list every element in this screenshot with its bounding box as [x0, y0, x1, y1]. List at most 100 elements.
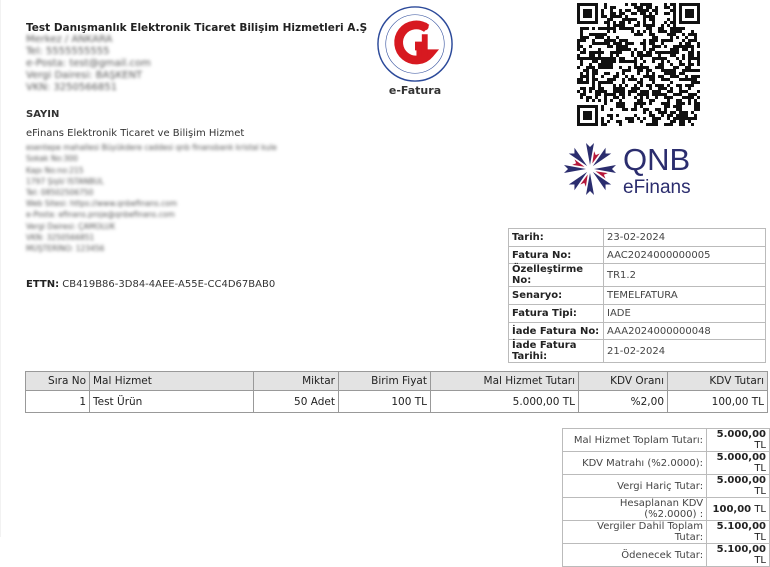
qnb-sub-text: eFinans [623, 177, 691, 198]
efatura-label: e-Fatura [388, 84, 442, 97]
buyer-line: Vergi Dairesi: ÇAMOLUK [26, 221, 116, 231]
total-label: Hesaplanan KDV (%2.0000) : [561, 497, 708, 521]
info-value: AAC2024000000005 [603, 245, 766, 265]
invoice-info-table: Tarih: 23-02-2024 Fatura No: AAC2024000000… [508, 228, 766, 364]
ettn-line: ETTN: CB419B86-3D84-4AEE-A55E-CC4D67BAB0 [26, 279, 275, 290]
info-key: Fatura No: [508, 245, 604, 265]
total-row: Ödenecek Tutar: 5.100,00 TL [561, 543, 770, 567]
total-label: Ödenecek Tutar: [561, 543, 708, 567]
col-header-kdv-orani: KDV Oranı [578, 371, 668, 391]
seller-line: Tel: 5555555555 [26, 46, 110, 57]
info-row: Özelleştirme No: TR1.2 [508, 263, 766, 288]
buyer-line: Sokak No:300 [26, 154, 78, 164]
qnb-efinans-logo: QNB eFinans [564, 142, 691, 198]
gib-logo [377, 6, 453, 82]
col-header-mal-hizmet: Mal Hizmet [89, 371, 254, 391]
buyer-line: 1797 Şişli/ İSTANBUL [26, 176, 104, 186]
total-value: 5.100,00 [716, 521, 766, 532]
info-row: Fatura No: AAC2024000000005 [508, 245, 766, 265]
total-value: 5.000,00 [716, 429, 766, 440]
info-value: IADE [603, 304, 766, 323]
info-value: TR1.2 [603, 263, 766, 288]
total-value: 5.000,00 [716, 475, 766, 486]
info-key: İade Fatura Tarihi: [508, 339, 604, 364]
cell-birim-fiyat: 100 TL [338, 390, 431, 413]
info-row: İade Fatura No: AAA2024000000048 [508, 321, 766, 341]
total-unit: TL [754, 503, 766, 515]
col-header-sira: Sıra No [25, 371, 90, 391]
seller-name: Test Danışmanlık Elektronik Ticaret Bili… [26, 22, 368, 34]
info-row: Senaryo: TEMELFATURA [508, 286, 766, 306]
buyer-line: Tel: 08502506750 [26, 188, 94, 198]
total-label: Vergiler Dahil Toplam Tutar: [561, 520, 708, 544]
buyer-line: Kapı No:no:215 [26, 165, 84, 175]
qr-code [577, 3, 700, 126]
total-label: KDV Matrahı (%2.0000): [561, 451, 708, 475]
info-key: Özelleştirme No: [508, 263, 604, 288]
info-value: 23-02-2024 [603, 228, 766, 247]
info-row: İade Fatura Tarihi: 21-02-2024 [508, 339, 766, 364]
seller-line: Merkez / ANKARA [26, 34, 113, 45]
info-row: Tarih: 23-02-2024 [508, 228, 766, 247]
total-unit: TL [754, 463, 766, 474]
total-unit: TL [754, 555, 766, 566]
total-unit: TL [754, 532, 766, 543]
buyer-line: e-Posta: efinans.proje@qnbefinans.com [26, 210, 175, 220]
total-cell: 5.100,00 TL [706, 520, 770, 544]
total-label: Vergi Hariç Tutar: [561, 474, 708, 498]
seller-block: Test Danışmanlık Elektronik Ticaret Bili… [26, 22, 367, 94]
info-value: AAA2024000000048 [603, 321, 766, 341]
info-key: Tarih: [508, 228, 604, 247]
buyer-name: eFinans Elektronik Ticaret ve Bilişim Hi… [26, 128, 245, 139]
ettn-value: CB419B86-3D84-4AEE-A55E-CC4D67BAB0 [62, 279, 276, 290]
buyer-line: Web Sitesi: https://www.qnbefinans.com [26, 199, 178, 209]
cell-kdv-tutari: 100,00 TL [667, 390, 768, 413]
buyer-line: MÜŞTERİNO: 123456 [26, 244, 105, 254]
total-cell: 5.000,00 TL [706, 451, 770, 475]
total-row: Mal Hizmet Toplam Tutarı: 5.000,00 TL [561, 428, 770, 452]
total-row: Vergiler Dahil Toplam Tutar: 5.100,00 TL [561, 520, 770, 544]
buyer-line: esentepe mahallesi Büyükdere caddesi qnb… [26, 143, 277, 153]
info-value: 21-02-2024 [603, 339, 766, 364]
cell-mal-hizmet: Test Ürün [89, 390, 254, 413]
total-value: 100,00 [712, 503, 752, 515]
ettn-label: ETTN: [26, 279, 60, 290]
info-key: İade Fatura No: [508, 321, 604, 341]
total-row: Hesaplanan KDV (%2.0000) :100,00 TL [561, 497, 770, 521]
info-row: Fatura Tipi: IADE [508, 304, 766, 323]
cell-mal-hizmet-tutari: 5.000,00 TL [430, 390, 579, 413]
col-header-mal-hizmet-tutari: Mal Hizmet Tutarı [430, 371, 579, 391]
col-header-birim-fiyat: Birim Fiyat [338, 371, 431, 391]
totals-table: Mal Hizmet Toplam Tutarı: 5.000,00 TL KDV… [561, 428, 770, 567]
info-key: Fatura Tipi: [508, 304, 604, 323]
info-key: Senaryo: [508, 286, 604, 306]
total-value: 5.100,00 [716, 544, 766, 555]
buyer-title: SAYIN [26, 109, 60, 120]
buyer-block: eFinans Elektronik Ticaret ve Bilişim Hi… [26, 128, 277, 254]
buyer-line: VKN: 3250566851 [26, 232, 95, 242]
total-row: KDV Matrahı (%2.0000): 5.000,00 TL [561, 451, 770, 475]
page-edge [0, 0, 1, 537]
cell-kdv-orani: %2,00 [578, 390, 668, 413]
cell-miktar: 50 Adet [253, 390, 339, 413]
total-value: 5.000,00 [716, 452, 766, 463]
total-cell: 5.100,00 TL [706, 543, 770, 567]
col-header-kdv-tutari: KDV Tutarı [667, 371, 768, 391]
seller-line: VKN: 3250566851 [26, 82, 118, 93]
table-row: 1 Test Ürün 50 Adet 100 TL 5.000,00 TL %… [25, 390, 768, 413]
total-unit: TL [754, 440, 766, 451]
items-table: Sıra No Mal Hizmet Miktar Birim Fiyat Ma… [25, 371, 768, 413]
info-value: TEMELFATURA [603, 286, 766, 306]
seller-line: Vergi Dairesi: BAŞKENT [26, 70, 143, 81]
col-header-miktar: Miktar [253, 371, 339, 391]
total-label: Mal Hizmet Toplam Tutarı: [561, 428, 708, 452]
total-unit: TL [754, 486, 766, 497]
total-cell: 100,00 TL [706, 497, 770, 521]
total-cell: 5.000,00 TL [706, 428, 770, 452]
qnb-brand-text: QNB [623, 142, 690, 177]
cell-sira: 1 [25, 390, 90, 413]
seller-line: e-Posta: test@gmail.com [26, 58, 151, 69]
total-row: Vergi Hariç Tutar: 5.000,00 TL [561, 474, 770, 498]
total-cell: 5.000,00 TL [706, 474, 770, 498]
items-header-row: Sıra No Mal Hizmet Miktar Birim Fiyat Ma… [25, 371, 768, 391]
